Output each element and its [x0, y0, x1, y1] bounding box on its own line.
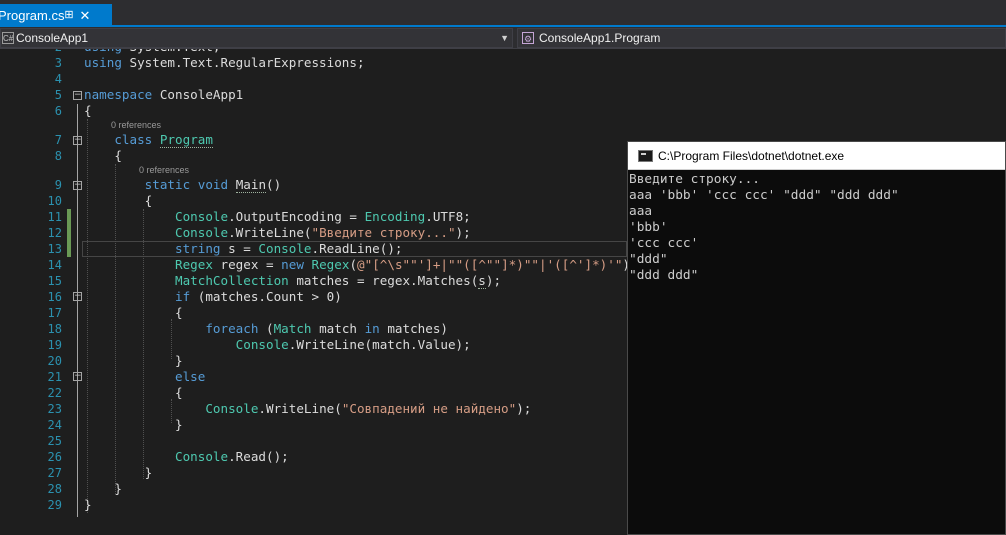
line-number: 10	[47, 194, 62, 208]
line-number: 17	[47, 306, 62, 320]
code-text: }	[84, 465, 153, 480]
code-text: Regex regex = new Regex(@"[^\s""']+|""([…	[175, 257, 638, 272]
console-line: aaa 'bbb' 'ccc ccc' "ddd" "ddd ddd"	[629, 188, 899, 203]
line-number: 19	[47, 338, 62, 352]
line-number: 24	[47, 418, 62, 432]
console-line: Введите строку...	[629, 172, 760, 187]
code-text: }	[84, 417, 183, 432]
document-tab-strip: Program.cs ⊞ ✕	[0, 0, 1006, 27]
line-number: 22	[47, 386, 62, 400]
code-text: Console.WriteLine(match.Value);	[235, 337, 471, 352]
code-text: {	[84, 305, 183, 320]
line-number: 14	[47, 258, 62, 272]
console-title: C:\Program Files\dotnet\dotnet.exe	[658, 149, 845, 163]
class-icon: ⚙	[522, 32, 534, 44]
code-text: {	[84, 385, 183, 400]
code-line: 3 using System.Text.RegularExpressions;	[0, 55, 1006, 71]
code-text: Console.WriteLine("Совпадений не найдено…	[205, 401, 532, 416]
code-line: 4	[0, 71, 1006, 87]
project-dropdown[interactable]: C# ConsoleApp1 ▼	[0, 28, 513, 48]
line-number: 5	[54, 88, 62, 102]
line-number: 8	[54, 149, 62, 163]
code-text: static void Main()	[144, 177, 282, 193]
console-line: "ddd"	[629, 252, 668, 267]
close-icon[interactable]: ✕	[78, 4, 92, 27]
line-number: 6	[54, 104, 62, 118]
tab-program-cs[interactable]: Program.cs ⊞ ✕	[0, 4, 112, 27]
line-number: 13	[47, 242, 62, 256]
tab-label: Program.cs	[0, 8, 65, 23]
line-number: 29	[47, 498, 62, 512]
chevron-down-icon[interactable]: ▼	[500, 29, 509, 47]
line-number: 11	[47, 210, 62, 224]
code-text: Console.WriteLine("Введите строку...");	[175, 225, 471, 240]
line-number: 25	[47, 434, 62, 448]
code-text: foreach (Match match in matches)	[205, 321, 448, 336]
code-text: {	[84, 148, 122, 163]
type-dropdown-value: ConsoleApp1.Program	[539, 31, 661, 45]
code-text: Console.OutputEncoding = Encoding.UTF8;	[175, 209, 471, 224]
code-line: 6 {	[0, 103, 1006, 119]
line-number: 4	[54, 72, 62, 86]
project-dropdown-value: ConsoleApp1	[16, 31, 89, 45]
codelens-references-class[interactable]: 0 references	[111, 119, 161, 131]
line-number: 28	[47, 482, 62, 496]
console-line: aaa	[629, 204, 653, 219]
console-app-icon	[638, 150, 653, 162]
line-number: 12	[47, 226, 62, 240]
code-text: class Program	[114, 132, 213, 148]
code-text: }	[84, 353, 183, 368]
line-number: 21	[47, 370, 62, 384]
code-text: }	[84, 497, 92, 512]
console-window[interactable]: C:\Program Files\dotnet\dotnet.exe Введи…	[627, 141, 1006, 535]
code-text: if (matches.Count > 0)	[175, 289, 342, 304]
line-number: 27	[47, 466, 62, 480]
line-number: 9	[54, 178, 62, 192]
code-text: using System.Text.RegularExpressions;	[84, 55, 365, 70]
pin-icon[interactable]: ⊞	[62, 4, 76, 27]
console-line: 'bbb'	[629, 220, 668, 235]
code-text: MatchCollection matches = regex.Matches(…	[175, 273, 502, 289]
line-number: 26	[47, 450, 62, 464]
code-text: }	[84, 481, 122, 496]
console-line: 'ccc ccc'	[629, 236, 699, 251]
line-number: 20	[47, 354, 62, 368]
code-text: Console.Read();	[175, 449, 289, 464]
line-number: 3	[54, 56, 62, 70]
line-number: 16	[47, 290, 62, 304]
console-line: "ddd ddd"	[629, 268, 699, 283]
code-line: 5 namespace ConsoleApp1	[0, 87, 1006, 103]
code-text: {	[84, 193, 153, 208]
line-number: 23	[47, 402, 62, 416]
line-number: 15	[47, 274, 62, 288]
code-text: namespace ConsoleApp1	[84, 87, 244, 102]
line-number: 7	[54, 133, 62, 147]
code-text: string s = Console.ReadLine();	[175, 241, 403, 256]
code-text: else	[175, 369, 206, 384]
codelens-references-method[interactable]: 0 references	[139, 164, 189, 176]
navigation-bar: C# ConsoleApp1 ▼ ⚙ ConsoleApp1.Program	[0, 27, 1006, 49]
code-text: {	[84, 103, 92, 118]
line-number: 18	[47, 322, 62, 336]
console-title-bar[interactable]: C:\Program Files\dotnet\dotnet.exe	[628, 142, 1005, 170]
type-dropdown[interactable]: ⚙ ConsoleApp1.Program	[517, 28, 1006, 48]
csharp-project-icon: C#	[2, 32, 14, 44]
